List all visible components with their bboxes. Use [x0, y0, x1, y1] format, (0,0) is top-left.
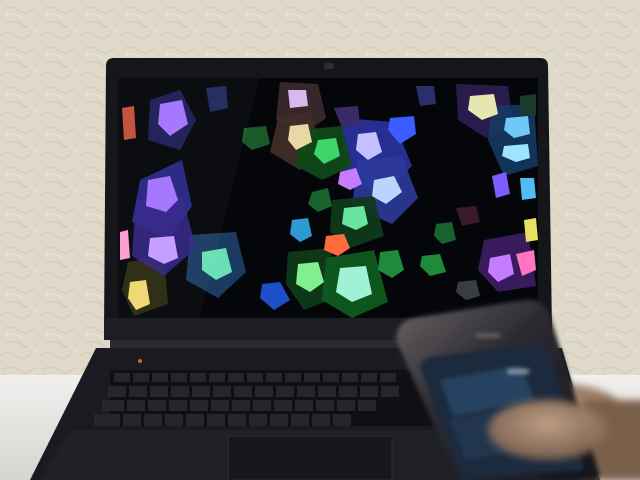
- power-led-icon: [138, 359, 142, 363]
- photo-scene: [0, 0, 640, 480]
- webcam-icon: [324, 63, 334, 69]
- touchpad: [227, 435, 393, 480]
